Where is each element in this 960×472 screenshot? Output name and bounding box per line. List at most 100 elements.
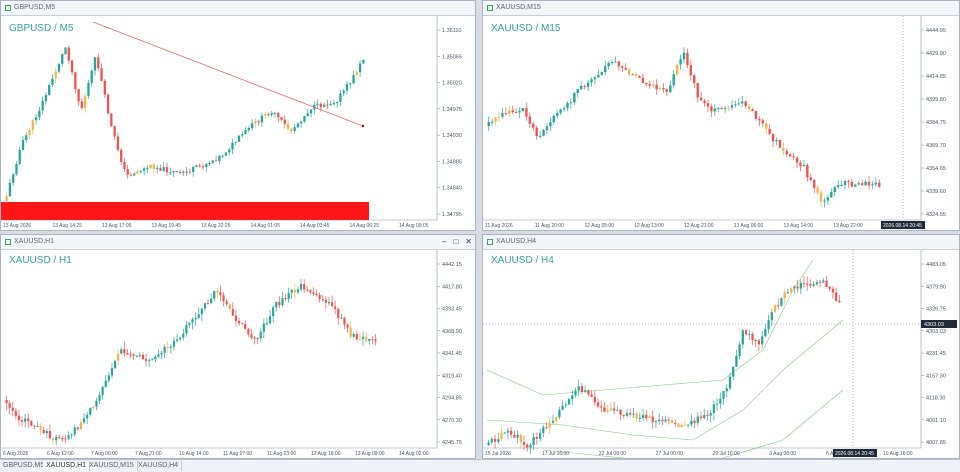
candle-body <box>720 108 723 110</box>
red-zone-rectangle <box>1 202 369 220</box>
price-chart[interactable]: 4442.15 4417.80 4393.45 4368.90 4341.45 4319.… <box>1 250 475 458</box>
candle-body <box>281 298 284 306</box>
tab-xauusd-m15[interactable]: XAUUSD,M15 <box>86 461 138 471</box>
candle-body <box>532 123 535 128</box>
candle-body <box>241 323 244 325</box>
candle-body <box>8 403 11 408</box>
candle-body <box>549 122 552 127</box>
time-tick-label: 13 Aug 14:25 <box>53 223 83 229</box>
time-tick-label: 12 Aug 16:00 <box>311 451 341 457</box>
candle-body <box>349 83 352 85</box>
candle-body <box>728 376 732 389</box>
candle-body <box>138 354 141 356</box>
candle-body <box>690 420 693 425</box>
candle-body <box>706 414 709 416</box>
time-tick-label: 11 Aug 23:00 <box>267 451 296 457</box>
candle-body <box>576 89 579 94</box>
candle-body <box>103 80 106 95</box>
candle-body <box>135 355 138 357</box>
candle-body <box>577 386 580 391</box>
candle-body <box>330 302 334 307</box>
candle-body <box>283 119 286 124</box>
candle-body <box>741 330 744 345</box>
candle-body <box>584 390 587 392</box>
price-chart[interactable]: 4444.95 4429.90 4414.85 4399.80 4384.75 4369.… <box>483 16 959 230</box>
candle-body <box>744 330 748 335</box>
minimize-button[interactable]: – <box>442 235 446 249</box>
candle-body <box>339 93 342 102</box>
candle-body <box>39 425 42 430</box>
candle-body <box>609 408 613 411</box>
candle-body <box>77 89 80 102</box>
candle-body <box>687 424 690 426</box>
candle-body <box>18 150 21 164</box>
candle-body <box>551 420 555 423</box>
chart-window-gbpusd-m5[interactable]: GBPUSD,M5 1.35110 1.35065 1.35020 1.34975 1.… <box>0 0 476 231</box>
price-tick-label: 4319.40 <box>442 373 462 379</box>
candle-body <box>542 427 545 433</box>
candle-body <box>293 127 296 132</box>
candle-body <box>321 299 324 301</box>
tab-gbpusd-m5[interactable]: GBPUSD,M5 <box>0 461 49 471</box>
candle-body <box>342 90 345 94</box>
candle-body <box>247 128 250 130</box>
candle-body <box>624 67 627 70</box>
candle-body <box>200 308 203 315</box>
window-titlebar[interactable]: XAUUSD,M15 <box>483 1 959 16</box>
close-button[interactable]: ✕ <box>465 235 472 249</box>
chart-window-xauusd-m15[interactable]: XAUUSD,M15 4444.95 4429.90 4414.85 4399.80 4… <box>482 0 960 231</box>
candle-body <box>622 414 625 416</box>
candle-body <box>206 303 210 305</box>
candle-body <box>345 84 349 91</box>
candle-body <box>631 74 634 76</box>
candle-body <box>860 183 864 186</box>
candle-body <box>751 109 754 111</box>
candle-body <box>210 298 213 304</box>
candle-body <box>11 407 14 411</box>
tab-xauusd-h4[interactable]: XAUUSD,H4 <box>135 461 183 471</box>
chart-window-icon <box>487 5 493 11</box>
candle-body <box>514 112 518 114</box>
candle-body <box>580 386 584 392</box>
candle-body <box>569 102 573 104</box>
candle-body <box>296 123 300 128</box>
candle-body <box>70 434 73 436</box>
candle-body <box>651 84 655 86</box>
candle-body <box>634 74 638 77</box>
tab-xauusd-h1[interactable]: XAUUSD,H1 <box>43 461 91 471</box>
candle-body <box>306 289 309 291</box>
candle-body <box>529 444 532 448</box>
candle-body <box>778 139 782 148</box>
candle-body <box>133 173 136 176</box>
time-tick-label: 14 Aug 06:25 <box>350 223 380 229</box>
price-tick-label: 4393.45 <box>442 307 462 313</box>
candle-body <box>221 155 224 157</box>
candle-body <box>744 101 747 106</box>
price-chart[interactable]: 4483.05 4379.90 4326.75 4303.03 4231.45 4167.… <box>483 250 959 458</box>
price-chart[interactable]: 1.35110 1.35065 1.35020 1.34975 1.34930 1.348… <box>1 16 475 230</box>
candle-body <box>166 346 169 348</box>
candle-body <box>638 76 641 78</box>
candle-body <box>329 103 332 106</box>
candle-body <box>237 320 241 324</box>
price-tick-label: 1.34975 <box>442 107 462 113</box>
candle-body <box>532 436 535 445</box>
candle-body <box>836 185 840 188</box>
crosshair-time-badge: 2026.08.14 20:45 <box>881 221 925 229</box>
chart-window-xauusd-h4[interactable]: XAUUSD,H4 4483.05 4379.90 4326.75 4303.03 42… <box>482 234 960 459</box>
candle-body <box>822 280 825 283</box>
candle-body <box>501 113 504 117</box>
window-titlebar[interactable]: XAUUSD,H1 – □ ✕ <box>1 235 475 250</box>
candle-body <box>665 89 669 92</box>
window-titlebar[interactable]: GBPUSD,M5 <box>1 1 475 16</box>
candle-body <box>38 110 41 118</box>
maximize-button[interactable]: □ <box>453 235 458 249</box>
candle-body <box>67 47 70 61</box>
window-titlebar[interactable]: XAUUSD,H4 <box>483 235 959 250</box>
candle-body <box>538 135 542 137</box>
time-tick-label: 11 Aug 20:00 <box>535 223 564 229</box>
candle-body <box>203 303 207 309</box>
candle-body <box>590 79 593 83</box>
chart-window-xauusd-h1[interactable]: XAUUSD,H1 – □ ✕ 4442.15 4417.80 4393.45 436… <box>0 234 476 459</box>
candle-body <box>519 434 522 443</box>
